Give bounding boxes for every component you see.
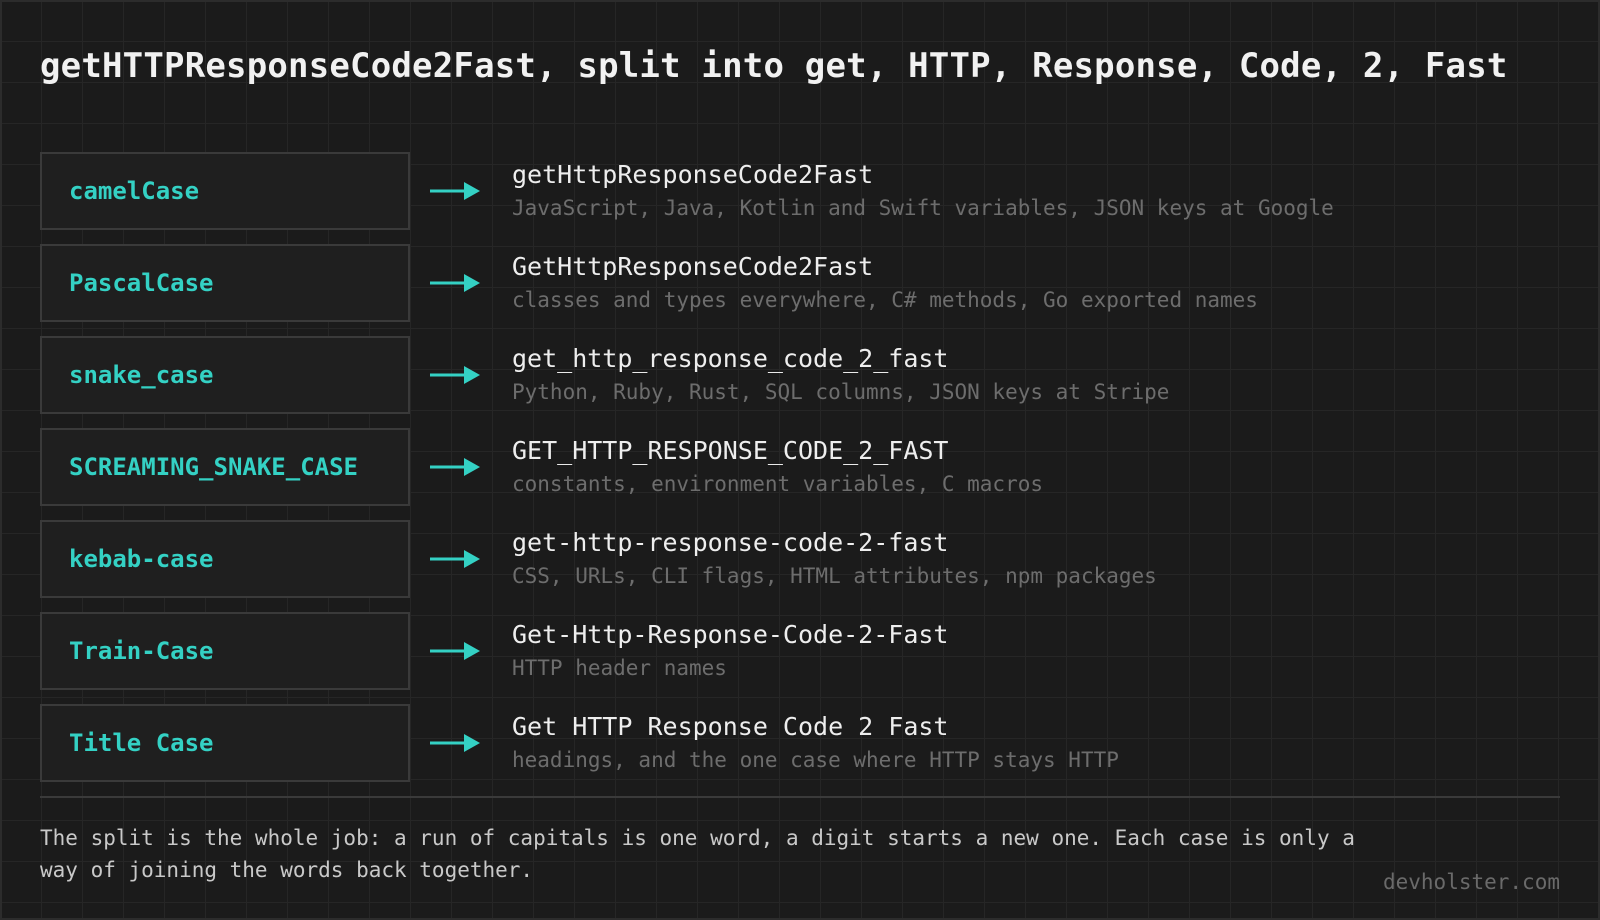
case-name-label: snake_case — [69, 361, 214, 389]
case-name-label: kebab-case — [69, 545, 214, 573]
case-name-box: camelCase — [40, 152, 410, 230]
site-credit: devholster.com — [1382, 870, 1560, 894]
arrow-right-icon — [430, 182, 480, 200]
case-example: get-http-response-code-2-fast — [512, 528, 949, 557]
case-example: GetHttpResponseCode2Fast — [512, 252, 874, 281]
case-usage: JavaScript, Java, Kotlin and Swift varia… — [512, 196, 1334, 220]
case-example: GET_HTTP_RESPONSE_CODE_2_FAST — [512, 436, 949, 465]
case-name-label: Title Case — [69, 729, 214, 757]
case-usage: classes and types everywhere, C# methods… — [512, 288, 1258, 312]
case-row-title: Title Case Get HTTP Response Code 2 Fast… — [40, 704, 1560, 782]
case-name-box: Train-Case — [40, 612, 410, 690]
case-row-train: Train-Case Get-Http-Response-Code-2-Fast… — [40, 612, 1560, 690]
case-usage: CSS, URLs, CLI flags, HTML attributes, n… — [512, 564, 1157, 588]
case-usage: Python, Ruby, Rust, SQL columns, JSON ke… — [512, 380, 1170, 404]
case-usage: constants, environment variables, C macr… — [512, 472, 1044, 496]
footer-divider — [40, 796, 1560, 798]
case-usage: headings, and the one case where HTTP st… — [512, 748, 1119, 772]
case-name-box: kebab-case — [40, 520, 410, 598]
case-name-box: PascalCase — [40, 244, 410, 322]
case-name-label: PascalCase — [69, 269, 214, 297]
arrow-right-icon — [430, 734, 480, 752]
page-title: getHTTPResponseCode2Fast, split into get… — [40, 46, 1508, 86]
case-name-label: camelCase — [69, 177, 200, 205]
case-row-kebab: kebab-case get-http-response-code-2-fast… — [40, 520, 1560, 598]
case-example: Get HTTP Response Code 2 Fast — [512, 712, 949, 741]
arrow-right-icon — [430, 274, 480, 292]
arrow-right-icon — [430, 366, 480, 384]
arrow-right-icon — [430, 550, 480, 568]
case-name-box: SCREAMING_SNAKE_CASE — [40, 428, 410, 506]
footer-note: The split is the whole job: a run of cap… — [40, 826, 1355, 882]
arrow-right-icon — [430, 458, 480, 476]
case-usage: HTTP header names — [512, 656, 727, 680]
arrow-right-icon — [430, 642, 480, 660]
case-name-label: Train-Case — [69, 637, 214, 665]
case-name-box: Title Case — [40, 704, 410, 782]
case-name-box: snake_case — [40, 336, 410, 414]
case-example: get_http_response_code_2_fast — [512, 344, 949, 373]
case-row-screaming-snake: SCREAMING_SNAKE_CASE GET_HTTP_RESPONSE_C… — [40, 428, 1560, 506]
case-row-camel: camelCase getHttpResponseCode2Fast JavaS… — [40, 152, 1560, 230]
case-example: getHttpResponseCode2Fast — [512, 160, 874, 189]
case-row-snake: snake_case get_http_response_code_2_fast… — [40, 336, 1560, 414]
case-row-pascal: PascalCase GetHttpResponseCode2Fast clas… — [40, 244, 1560, 322]
case-example: Get-Http-Response-Code-2-Fast — [512, 620, 949, 649]
case-name-label: SCREAMING_SNAKE_CASE — [69, 453, 358, 481]
